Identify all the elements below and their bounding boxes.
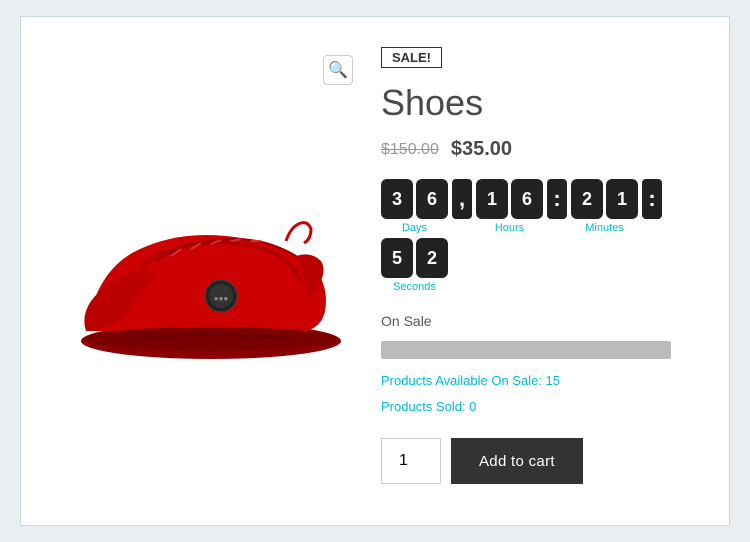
product-title: Shoes [381,82,709,124]
quantity-input[interactable] [381,438,441,484]
hours-digit-2: 6 [511,179,543,219]
hours-digit-1: 1 [476,179,508,219]
original-price: $150.00 [381,141,439,159]
price-section: $150.00 $35.00 [381,138,709,161]
add-to-cart-section: Add to cart [381,438,709,484]
products-available: Products Available On Sale: 15 [381,373,709,388]
svg-text:●●●: ●●● [214,294,229,303]
seconds-digit-2: 2 [416,238,448,278]
minutes-digit-1: 2 [571,179,603,219]
sale-badge: SALE! [381,47,442,68]
days-digit-2: 6 [416,179,448,219]
countdown-days: 3 6 Days [381,179,448,234]
days-digit-1: 3 [381,179,413,219]
product-card: 🔍 ●●● [20,16,730,526]
sep-1: , [452,179,472,219]
seconds-digit-1: 5 [381,238,413,278]
details-section: SALE! Shoes $150.00 $35.00 3 6 Days , 1 [381,47,709,495]
stock-bar [381,341,671,359]
minutes-digit-2: 1 [606,179,638,219]
add-to-cart-button[interactable]: Add to cart [451,438,583,484]
countdown-timer: 3 6 Days , 1 6 Hours : 2 1 [381,179,709,293]
sep-2: : [547,179,567,219]
on-sale-label: On Sale [381,313,709,329]
zoom-icon[interactable]: 🔍 [323,55,353,85]
products-sold: Products Sold: 0 [381,399,709,414]
hours-label: Hours [495,222,524,234]
countdown-hours: 1 6 Hours [476,179,543,234]
days-label: Days [402,222,427,234]
countdown-seconds: 5 2 Seconds [381,238,448,293]
image-section: 🔍 ●●● [41,47,361,495]
seconds-label: Seconds [393,281,436,293]
product-image: ●●● [56,171,346,371]
minutes-label: Minutes [585,222,624,234]
sale-price: $35.00 [451,138,512,161]
countdown-minutes: 2 1 Minutes [571,179,638,234]
sep-3: : [642,179,662,219]
